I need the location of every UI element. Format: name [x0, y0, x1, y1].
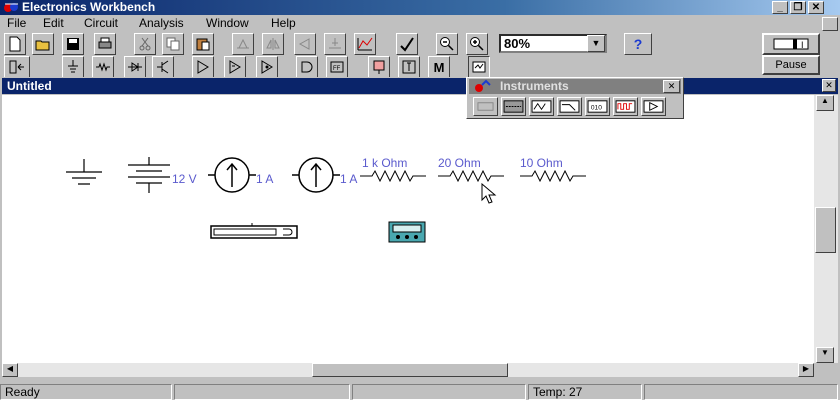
zoom-in-button[interactable]	[466, 33, 488, 55]
status-temp: Temp: 27	[528, 384, 642, 400]
cut-button[interactable]	[134, 33, 156, 55]
menu-help[interactable]: Help	[271, 16, 296, 31]
digital-ics-bin-button[interactable]	[256, 56, 278, 78]
instrument-logic-analyzer-button[interactable]	[613, 97, 638, 116]
new-file-button[interactable]	[4, 33, 26, 55]
instruments-logo-icon	[475, 79, 491, 92]
minimize-button[interactable]: _	[772, 1, 788, 14]
circuit-canvas[interactable]: 12 V 1 A 1 A 1 k Ohm 20 Ohm 10 Ohm	[2, 95, 814, 363]
print-button[interactable]	[94, 33, 116, 55]
save-button[interactable]	[62, 33, 84, 55]
document-close-button[interactable]: ✕	[822, 79, 836, 92]
instrument-multimeter-button[interactable]	[501, 97, 526, 116]
digital-bin-button[interactable]: FF	[326, 56, 348, 78]
flip-horizontal-button[interactable]	[262, 33, 284, 55]
toolbar-parts: FF M Pause	[0, 55, 840, 78]
vertical-scrollbar[interactable]: ▲ ▼	[814, 95, 838, 363]
help-button[interactable]: ?	[624, 33, 652, 55]
current-source-1-label: 1 A	[256, 172, 274, 186]
instrument-ground-button[interactable]	[473, 97, 498, 116]
menu-file[interactable]: File	[7, 16, 26, 31]
svg-text:I: I	[801, 40, 804, 50]
graph-button[interactable]	[396, 33, 418, 55]
instrument-function-generator-button[interactable]	[529, 97, 554, 116]
horizontal-scrollbar[interactable]: ◀ ▶	[2, 363, 814, 377]
close-button[interactable]: ✕	[808, 1, 824, 14]
menu-edit[interactable]: Edit	[43, 16, 64, 31]
resistor-1-component[interactable]	[360, 169, 426, 183]
basic-bin-button[interactable]	[92, 56, 114, 78]
instruments-close-button[interactable]: ✕	[663, 80, 680, 93]
ground-component[interactable]	[62, 159, 106, 189]
instruments-bin-button[interactable]	[468, 56, 490, 78]
indicators-bin-button[interactable]	[368, 56, 390, 78]
battery-label: 12 V	[172, 172, 197, 186]
diodes-bin-button[interactable]	[124, 56, 146, 78]
svg-text:010: 010	[591, 104, 602, 111]
status-ready: Ready	[0, 384, 172, 400]
transistors-bin-button[interactable]	[152, 56, 174, 78]
zoom-out-button[interactable]	[436, 33, 458, 55]
logic-gates-bin-button[interactable]	[296, 56, 318, 78]
power-switch-button[interactable]: I	[762, 33, 820, 55]
controls-bin-button[interactable]	[398, 56, 420, 78]
instruments-panel: Instruments ✕ 010	[466, 77, 684, 119]
app-title: Electronics Workbench	[22, 0, 156, 14]
restore-button[interactable]: ❐	[790, 1, 806, 14]
scroll-down-button[interactable]: ▼	[816, 347, 834, 363]
document-title: Untitled	[2, 78, 838, 94]
sources-bin-button[interactable]	[62, 56, 84, 78]
multimeter-component[interactable]	[388, 221, 426, 243]
ammeter-component[interactable]	[210, 223, 300, 241]
title-bar: Electronics Workbench _ ❐ ✕	[0, 0, 840, 15]
svg-text:FF: FF	[333, 66, 341, 72]
zoom-dropdown-arrow[interactable]: ▼	[587, 35, 605, 52]
app-window: Electronics Workbench _ ❐ ✕ File Edit Ci…	[0, 0, 840, 400]
mouse-cursor-icon	[481, 183, 497, 204]
menu-analysis[interactable]: Analysis	[139, 16, 184, 31]
copy-button[interactable]	[162, 33, 184, 55]
menu-circuit[interactable]: Circuit	[84, 16, 118, 31]
app-logo-icon	[4, 3, 18, 12]
component-properties-button[interactable]	[324, 33, 346, 55]
toolbar-main: ? I	[0, 33, 840, 55]
scroll-up-button[interactable]: ▲	[816, 95, 834, 111]
scroll-right-button[interactable]: ▶	[798, 363, 814, 377]
pause-button[interactable]: Pause	[762, 55, 820, 75]
open-file-button[interactable]	[32, 33, 54, 55]
rotate-button[interactable]	[232, 33, 254, 55]
instrument-logic-converter-button[interactable]	[641, 97, 666, 116]
resistor-2-component[interactable]	[438, 169, 504, 183]
status-cell-2	[174, 384, 350, 400]
status-bar: Ready Temp: 27	[0, 383, 840, 400]
vertical-scroll-thumb[interactable]	[815, 207, 836, 253]
resistor-2-label: 20 Ohm	[438, 156, 481, 170]
menu-close-doc-button[interactable]	[822, 17, 838, 31]
horizontal-scroll-thumb[interactable]	[312, 363, 508, 377]
status-cell-3	[352, 384, 526, 400]
document-window: Untitled ✕ 12 V 1 A 1 A 1 k Ohm 20 Ohm 1…	[0, 77, 840, 379]
scroll-left-button[interactable]: ◀	[2, 363, 18, 377]
resistor-3-component[interactable]	[520, 169, 586, 183]
create-subcircuit-button[interactable]	[354, 33, 376, 55]
current-source-2-component[interactable]	[292, 155, 340, 195]
parts-bin-toggle-button[interactable]	[4, 56, 30, 78]
flip-vertical-button[interactable]	[294, 33, 316, 55]
resistor-3-label: 10 Ohm	[520, 156, 563, 170]
battery-component[interactable]	[124, 157, 174, 193]
current-source-1-component[interactable]	[208, 155, 256, 195]
miscellaneous-bin-button[interactable]: M	[428, 56, 450, 78]
instruments-title: Instruments	[469, 79, 681, 94]
status-cell-5	[644, 384, 838, 400]
analog-ics-bin-button[interactable]	[192, 56, 214, 78]
resistor-1-label: 1 k Ohm	[362, 156, 408, 170]
menu-window[interactable]: Window	[206, 16, 249, 31]
menu-bar: File Edit Circuit Analysis Window Help	[0, 15, 840, 32]
instrument-oscilloscope-button[interactable]	[557, 97, 582, 116]
mixed-ics-bin-button[interactable]	[224, 56, 246, 78]
paste-button[interactable]	[192, 33, 214, 55]
current-source-2-label: 1 A	[340, 172, 358, 186]
instrument-word-generator-button[interactable]: 010	[585, 97, 610, 116]
